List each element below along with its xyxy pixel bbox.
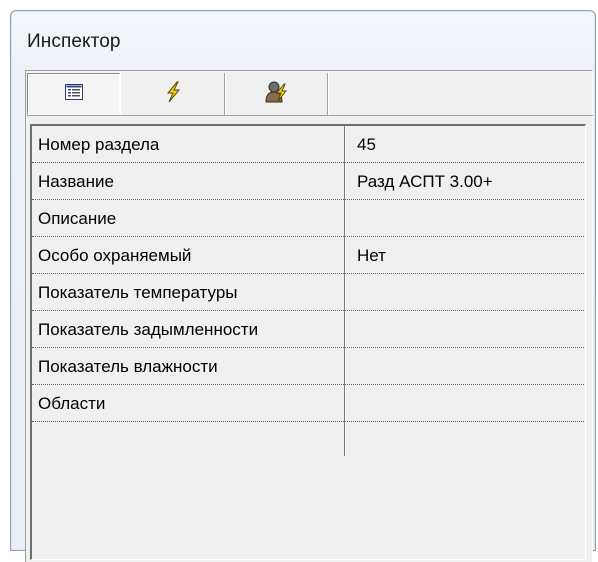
tab-user-events[interactable] <box>226 73 328 115</box>
property-name: Показатель задымленности <box>38 320 259 339</box>
property-value[interactable]: Нет <box>357 237 582 273</box>
property-row[interactable]: Название Разд АСПТ 3.00+ <box>32 163 584 200</box>
tab-properties[interactable] <box>27 73 120 115</box>
property-value[interactable] <box>357 200 582 236</box>
property-name: Номер раздела <box>38 135 160 154</box>
property-row[interactable]: Области <box>32 385 584 422</box>
user-lightning-icon <box>264 80 290 109</box>
property-value[interactable] <box>357 348 582 384</box>
property-name: Описание <box>38 209 117 228</box>
property-value[interactable] <box>357 385 582 421</box>
property-value[interactable] <box>357 274 582 310</box>
property-value[interactable]: 45 <box>357 126 582 162</box>
property-name: Показатель температуры <box>38 283 238 302</box>
property-row[interactable]: Номер раздела 45 <box>32 126 584 163</box>
inspector-window: Инспектор Номер раздела 45 Название Разд… <box>10 10 596 562</box>
property-name: Особо охраняемый <box>38 246 192 265</box>
property-row[interactable]: Показатель влажности <box>32 348 584 385</box>
property-name: Показатель влажности <box>38 357 218 376</box>
property-list-icon <box>64 83 83 105</box>
property-row[interactable]: Показатель задымленности <box>32 311 584 348</box>
property-grid: Номер раздела 45 Название Разд АСПТ 3.00… <box>30 124 586 560</box>
inspector-panel: Номер раздела 45 Название Разд АСПТ 3.00… <box>25 70 593 562</box>
window-title: Инспектор <box>27 31 121 52</box>
property-row[interactable]: Показатель температуры <box>32 274 584 311</box>
property-value[interactable]: Разд АСПТ 3.00+ <box>357 163 582 199</box>
lightning-icon <box>163 81 183 108</box>
property-name: Области <box>38 394 106 413</box>
tab-strip <box>27 72 593 116</box>
tab-events[interactable] <box>121 73 225 115</box>
property-name: Название <box>38 172 114 191</box>
property-value[interactable] <box>357 311 582 347</box>
property-row[interactable]: Описание <box>32 200 584 237</box>
property-row[interactable]: Особо охраняемый Нет <box>32 237 584 274</box>
